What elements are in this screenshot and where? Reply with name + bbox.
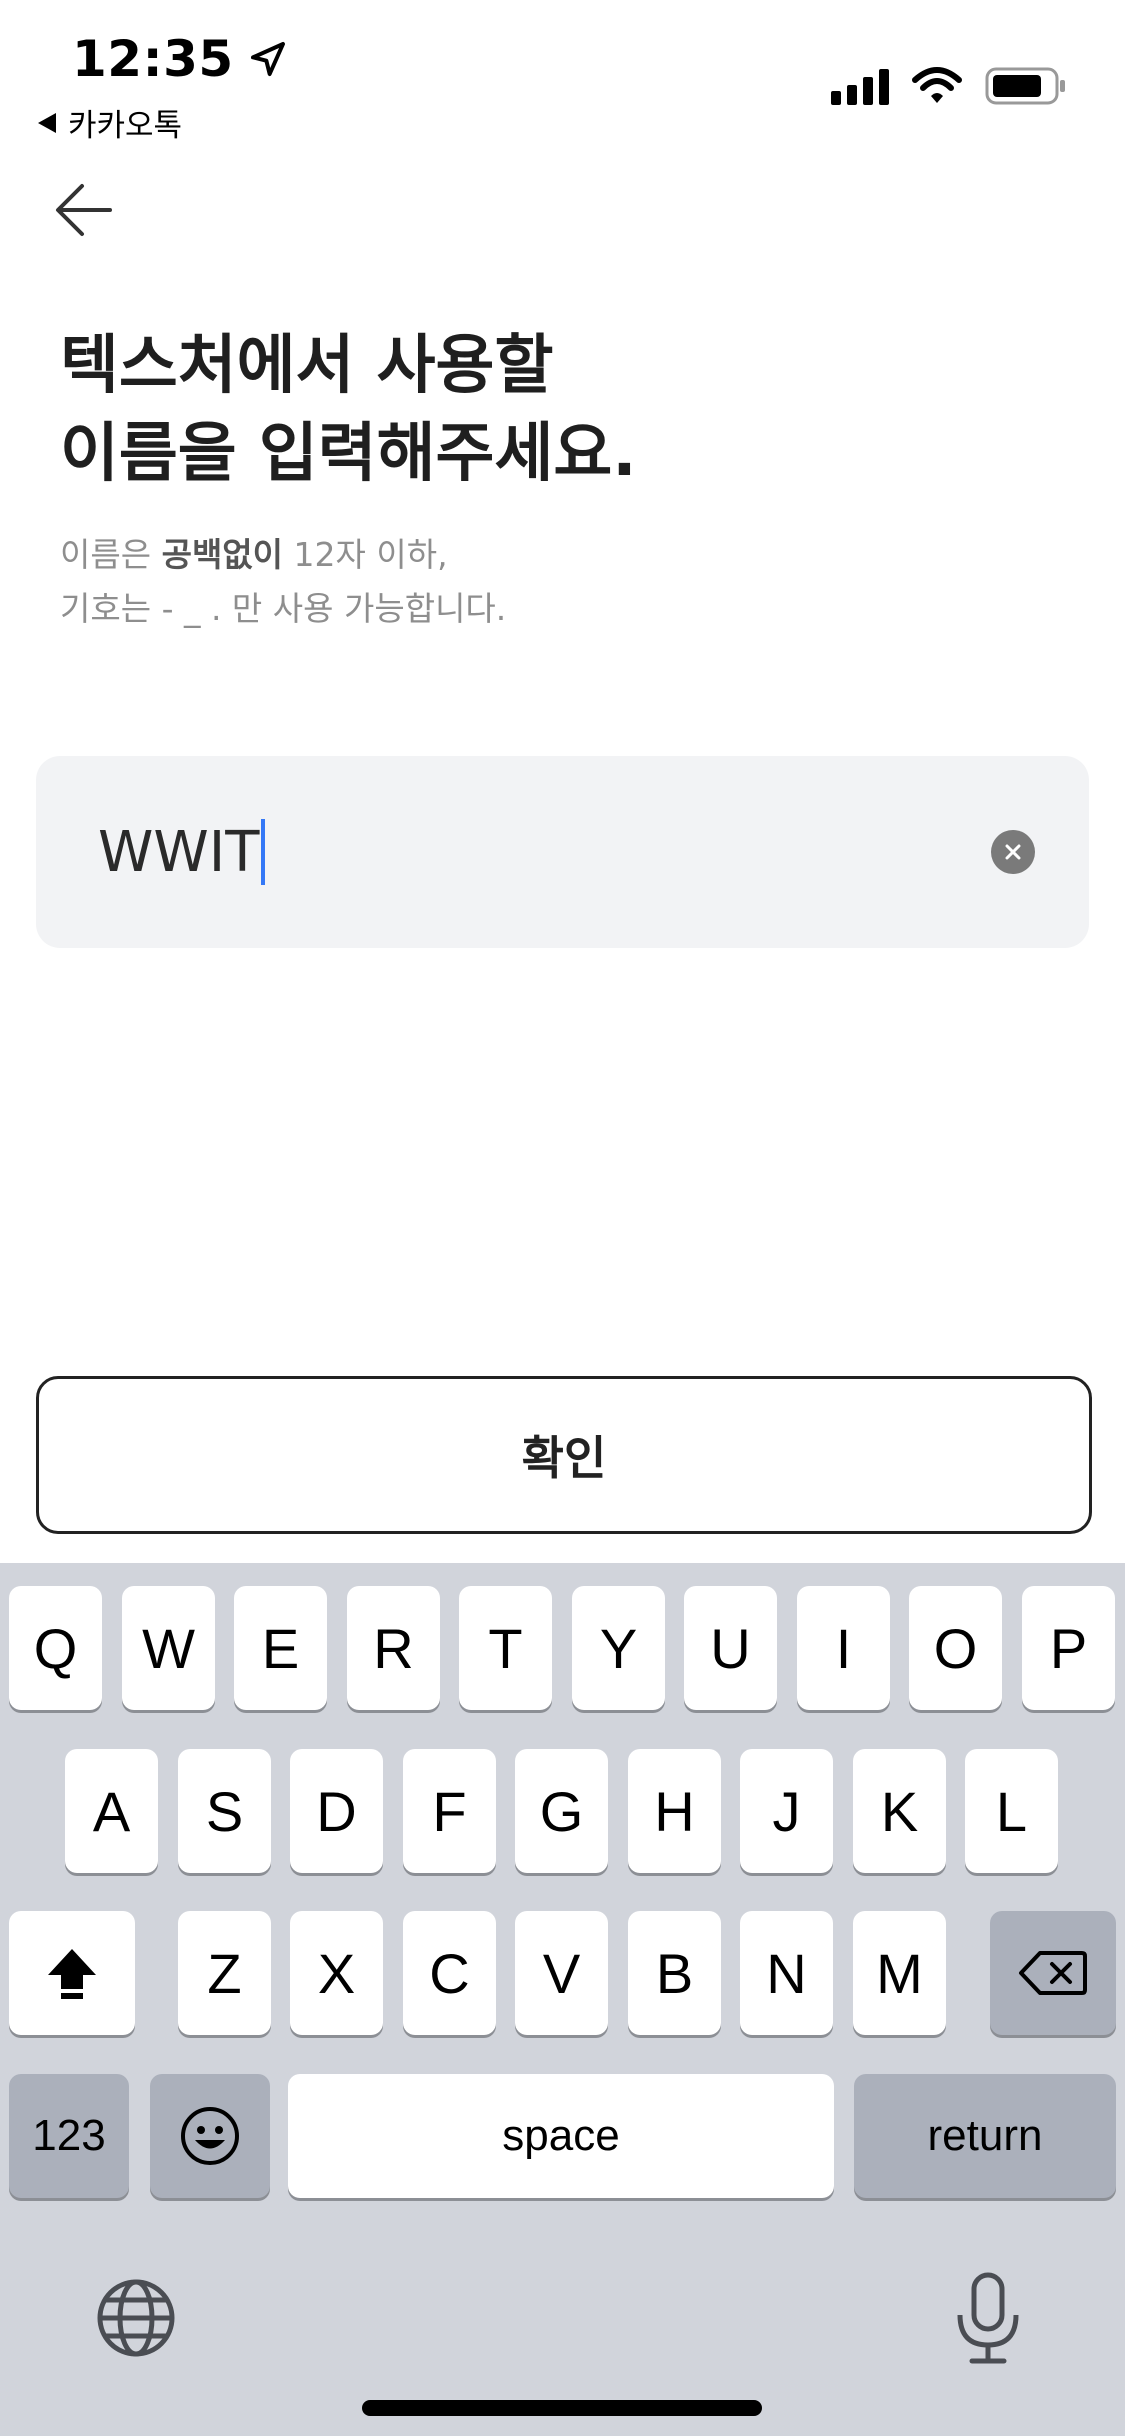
location-arrow-icon: [250, 42, 285, 76]
screen: 12:35 카카오톡 텍스처에서 사용할 이름을 입력해주세요. 이름은 공백없…: [0, 0, 1125, 2436]
backspace-icon: [1019, 1951, 1087, 1995]
key-q[interactable]: Q: [9, 1586, 102, 1710]
page-title: 텍스처에서 사용할 이름을 입력해주세요.: [60, 322, 637, 498]
key-l[interactable]: L: [965, 1749, 1058, 1873]
key-h[interactable]: H: [628, 1749, 721, 1873]
shift-icon: [48, 1949, 96, 1999]
confirm-button[interactable]: 확인: [36, 1376, 1092, 1534]
text-caret: [261, 819, 266, 885]
key-e[interactable]: E: [234, 1586, 327, 1710]
back-to-app-link[interactable]: 카카오톡: [38, 100, 182, 145]
wifi-icon: [912, 67, 962, 103]
key-r[interactable]: R: [347, 1586, 440, 1710]
key-g[interactable]: G: [515, 1749, 608, 1873]
globe-icon[interactable]: [94, 2276, 178, 2360]
key-a[interactable]: A: [65, 1749, 158, 1873]
key-y[interactable]: Y: [572, 1586, 665, 1710]
key-p[interactable]: P: [1022, 1586, 1115, 1710]
key-k[interactable]: K: [853, 1749, 946, 1873]
key-b[interactable]: B: [628, 1911, 721, 2035]
clear-button[interactable]: [991, 830, 1035, 874]
key-z[interactable]: Z: [178, 1911, 271, 2035]
name-input-value[interactable]: WWIT: [98, 819, 266, 885]
emoji-key[interactable]: [150, 2074, 270, 2198]
keyboard: Q W E R T Y U I O P A S D F G H J K L Z …: [0, 1563, 1125, 2436]
battery-icon: [985, 67, 1065, 105]
key-v[interactable]: V: [515, 1911, 608, 2035]
delete-key[interactable]: [990, 1911, 1116, 2035]
rule-line-2: 기호는 - _ . 만 사용 가능합니다.: [60, 589, 507, 628]
key-c[interactable]: C: [403, 1911, 496, 2035]
space-key[interactable]: space: [288, 2074, 834, 2198]
key-f[interactable]: F: [403, 1749, 496, 1873]
key-w[interactable]: W: [122, 1586, 215, 1710]
back-triangle-icon: [38, 112, 56, 133]
status-indicators: [831, 66, 1067, 106]
emoji-icon: [181, 2107, 239, 2165]
key-s[interactable]: S: [178, 1749, 271, 1873]
key-j[interactable]: J: [740, 1749, 833, 1873]
shift-key[interactable]: [9, 1911, 135, 2035]
key-m[interactable]: M: [853, 1911, 946, 2035]
key-d[interactable]: D: [290, 1749, 383, 1873]
clear-x-icon: [1005, 844, 1021, 860]
input-value-text: WWIT: [98, 819, 260, 885]
rule-line-1-post: 12자 이하,: [283, 535, 448, 574]
title-line-1: 텍스처에서 사용할: [60, 329, 554, 403]
status-time: 12:35: [72, 30, 288, 88]
home-indicator: [362, 2400, 762, 2416]
rule-line-1-pre: 이름은: [60, 535, 162, 574]
time-label: 12:35: [72, 30, 234, 88]
back-app-label: 카카오톡: [68, 108, 183, 144]
rule-line-1-bold: 공백없이: [161, 535, 284, 574]
key-o[interactable]: O: [909, 1586, 1002, 1710]
return-key[interactable]: return: [854, 2074, 1116, 2198]
title-line-2: 이름을 입력해주세요.: [60, 417, 637, 491]
name-input[interactable]: WWIT: [36, 756, 1089, 948]
microphone-icon[interactable]: [950, 2271, 1026, 2367]
key-u[interactable]: U: [684, 1586, 777, 1710]
key-i[interactable]: I: [797, 1586, 890, 1710]
key-x[interactable]: X: [290, 1911, 383, 2035]
name-rules-text: 이름은 공백없이 12자 이하, 기호는 - _ . 만 사용 가능합니다.: [60, 528, 506, 636]
cellular-signal-icon: [831, 67, 889, 105]
numbers-key[interactable]: 123: [9, 2074, 129, 2198]
key-n[interactable]: N: [740, 1911, 833, 2035]
key-t[interactable]: T: [459, 1586, 552, 1710]
arrow-left-icon[interactable]: [52, 178, 116, 242]
